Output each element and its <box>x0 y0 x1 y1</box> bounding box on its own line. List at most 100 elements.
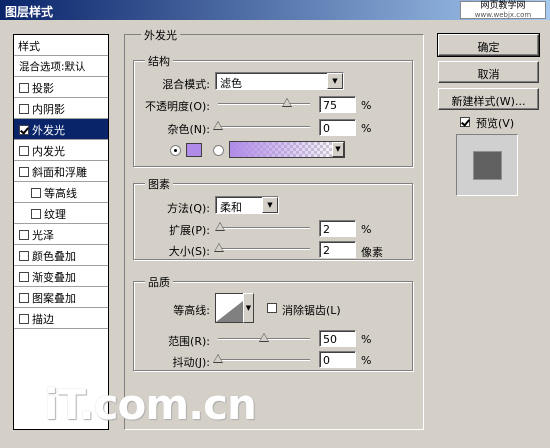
style-item-checkbox[interactable] <box>19 251 29 261</box>
style-item[interactable]: 图案叠加 <box>14 287 108 308</box>
opacity-label: 不透明度(O): <box>145 100 210 113</box>
contour-label: 等高线: <box>173 304 210 317</box>
opacity-slider-thumb[interactable] <box>282 98 292 107</box>
chevron-down-icon: ▼ <box>327 73 343 89</box>
style-item-checkbox[interactable] <box>19 293 29 303</box>
watermark-line1: 网页教学网 <box>480 1 526 11</box>
method-select[interactable]: 柔和 ▼ <box>215 196 279 214</box>
style-item-label: 图案叠加 <box>32 292 76 305</box>
blend-options-item[interactable]: 混合选项:默认 <box>14 56 108 77</box>
blend-mode-select[interactable]: 滤色 ▼ <box>215 72 344 90</box>
spread-input[interactable]: 2 <box>319 220 356 237</box>
style-item-label: 渐变叠加 <box>32 271 76 284</box>
method-value: 柔和 <box>220 201 242 214</box>
site-logo: iT.com.cn <box>44 380 257 429</box>
noise-input[interactable]: 0 <box>319 119 356 136</box>
style-item-label: 纹理 <box>44 208 66 221</box>
range-slider-thumb[interactable] <box>259 333 269 342</box>
spread-unit: % <box>361 223 372 236</box>
noise-unit: % <box>361 122 372 135</box>
gradient-radio[interactable] <box>213 145 224 156</box>
elements-title: 图素 <box>145 176 173 192</box>
range-input[interactable]: 50 <box>319 330 356 347</box>
style-item[interactable]: 描边 <box>14 308 108 329</box>
method-label: 方法(Q): <box>167 202 210 215</box>
style-item-checkbox[interactable] <box>31 188 41 198</box>
range-label: 范围(R): <box>168 335 210 348</box>
size-unit: 像素 <box>361 246 383 259</box>
jitter-slider-thumb[interactable] <box>213 354 223 363</box>
blend-mode-label: 混合模式: <box>162 78 210 91</box>
size-label: 大小(S): <box>168 245 210 258</box>
style-item-label: 光泽 <box>32 229 54 242</box>
structure-title: 结构 <box>145 53 173 69</box>
panel-title: 外发光 <box>141 27 180 43</box>
style-item-checkbox[interactable] <box>19 167 29 177</box>
size-input[interactable]: 2 <box>319 241 356 258</box>
spread-slider[interactable] <box>214 222 310 231</box>
style-item[interactable]: 渐变叠加 <box>14 266 108 287</box>
jitter-input[interactable]: 0 <box>319 351 356 368</box>
opacity-unit: % <box>361 99 372 112</box>
chevron-down-icon: ▼ <box>332 142 344 157</box>
style-item-checkbox[interactable] <box>19 125 29 135</box>
antialias-label: 消除锯齿(L) <box>282 304 341 317</box>
solid-color-radio[interactable] <box>170 145 181 156</box>
opacity-slider[interactable] <box>218 98 310 107</box>
preview-label: 预览(V) <box>476 117 515 130</box>
chevron-down-icon: ▼ <box>262 197 278 213</box>
style-item-checkbox[interactable] <box>19 314 29 324</box>
style-item-label: 内阴影 <box>32 103 65 116</box>
preview-checkbox[interactable] <box>460 117 470 127</box>
range-slider[interactable] <box>218 333 310 342</box>
style-item-label: 描边 <box>32 313 54 326</box>
style-item-checkbox[interactable] <box>19 230 29 240</box>
style-list: 样式 混合选项:默认 投影内阴影外发光内发光斜面和浮雕等高线纹理光泽颜色叠加渐变… <box>13 34 109 430</box>
style-item-label: 等高线 <box>44 187 77 200</box>
style-item-checkbox[interactable] <box>31 209 41 219</box>
style-item[interactable]: 光泽 <box>14 224 108 245</box>
style-item[interactable]: 内阴影 <box>14 98 108 119</box>
glow-gradient-picker[interactable]: ▼ <box>229 141 345 158</box>
window-titlebar: 图层样式 网页教学网 www.webjx.com <box>0 0 550 20</box>
quality-title: 品质 <box>145 274 173 290</box>
ok-button[interactable]: 确定 <box>437 33 540 57</box>
spread-slider-thumb[interactable] <box>214 222 225 231</box>
style-item-checkbox[interactable] <box>19 272 29 282</box>
opacity-input[interactable]: 75 <box>319 96 356 113</box>
jitter-label: 抖动(J): <box>172 356 210 369</box>
new-style-button[interactable]: 新建样式(W)... <box>438 88 539 110</box>
watermark-line2: www.webjx.com <box>474 11 532 19</box>
contour-dropdown[interactable]: ▼ <box>243 293 254 323</box>
style-item-checkbox[interactable] <box>19 146 29 156</box>
cancel-button[interactable]: 取消 <box>438 61 539 83</box>
jitter-slider[interactable] <box>213 354 310 363</box>
noise-slider[interactable] <box>213 121 310 130</box>
style-item[interactable]: 斜面和浮雕 <box>14 161 108 182</box>
antialias-checkbox[interactable] <box>267 303 277 313</box>
style-item[interactable]: 投影 <box>14 77 108 98</box>
style-item[interactable]: 颜色叠加 <box>14 245 108 266</box>
style-item-label: 内发光 <box>32 145 65 158</box>
style-item[interactable]: 内发光 <box>14 140 108 161</box>
style-list-header[interactable]: 样式 <box>14 35 108 56</box>
size-slider-thumb[interactable] <box>213 243 224 252</box>
size-slider[interactable] <box>213 243 310 252</box>
style-item[interactable]: 纹理 <box>14 203 108 224</box>
glow-color-swatch[interactable] <box>186 143 202 157</box>
blend-mode-value: 滤色 <box>220 77 242 90</box>
noise-label: 杂色(N): <box>167 123 210 136</box>
watermark-badge: 网页教学网 www.webjx.com <box>460 1 546 19</box>
style-item-label: 外发光 <box>32 124 65 137</box>
style-item-label: 颜色叠加 <box>32 250 76 263</box>
style-item-label: 斜面和浮雕 <box>32 166 87 179</box>
spread-label: 扩展(P): <box>169 224 210 237</box>
jitter-unit: % <box>361 354 372 367</box>
style-item-checkbox[interactable] <box>19 104 29 114</box>
style-item[interactable]: 外发光 <box>14 119 108 140</box>
style-item-label: 投影 <box>32 82 54 95</box>
style-item[interactable]: 等高线 <box>14 182 108 203</box>
noise-slider-thumb[interactable] <box>213 121 223 130</box>
style-item-checkbox[interactable] <box>19 83 29 93</box>
style-preview-thumbnail <box>474 152 501 179</box>
